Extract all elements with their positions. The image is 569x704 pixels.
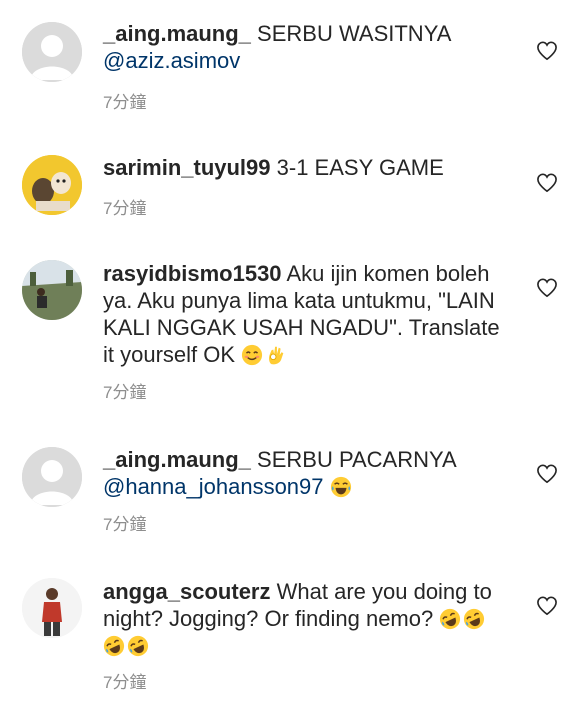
heart-icon[interactable] (536, 173, 558, 193)
avatar[interactable] (22, 260, 82, 320)
avatar[interactable] (22, 578, 82, 638)
smiling-face-emoji-icon (242, 344, 263, 366)
comment-body: _aing.maung_ SERBU WASITNYA @aziz.asimov (103, 20, 523, 74)
comment-username[interactable]: _aing.maung_ (103, 447, 251, 472)
comment-username[interactable]: rasyidbismo1530 (103, 261, 282, 286)
comment-time: 7分鐘 (103, 93, 147, 112)
default-avatar-icon (22, 22, 82, 82)
cartoon-avatar-icon (22, 155, 82, 215)
comment-body: _aing.maung_ SERBU PACARNYA @hanna_johan… (103, 446, 523, 500)
mention-link[interactable]: @hanna_johansson97 (103, 474, 324, 499)
comment-text-line: it yourself OK (103, 342, 236, 367)
comment-body: angga_scouterz What are you doing to nig… (103, 578, 523, 659)
heart-icon[interactable] (536, 596, 558, 616)
avatar[interactable] (22, 155, 82, 215)
comment-text: 3-1 EASY GAME (276, 155, 444, 180)
comment-time: 7分鐘 (103, 673, 147, 692)
comment-time: 7分鐘 (103, 199, 147, 218)
comment-body: sarimin_tuyul99 3-1 EASY GAME (103, 154, 523, 181)
comment-time: 7分鐘 (103, 383, 147, 402)
comment-text-line: ya. Aku punya lima kata untukmu, "LAIN (103, 288, 495, 313)
comment-text: SERBU PACARNYA (257, 447, 457, 472)
comment-text-line: KALI NGGAK USAH NGADU". Translate (103, 315, 500, 340)
comment-body: rasyidbismo1530 Aku ijin komen boleh ya.… (103, 260, 513, 368)
comment-text-line: Aku ijin komen boleh (286, 261, 490, 286)
comment-username[interactable]: angga_scouterz (103, 579, 271, 604)
photo-avatar-icon (22, 260, 82, 320)
tears-of-joy-emoji-icon (330, 476, 351, 498)
mention-link[interactable]: @aziz.asimov (103, 48, 240, 73)
comment-time: 7分鐘 (103, 515, 147, 534)
rolling-laughing-emoji-icon (440, 608, 461, 630)
rolling-laughing-emoji-icon (127, 635, 149, 657)
comment-text-line: What are you doing to (276, 579, 492, 604)
comment-username[interactable]: _aing.maung_ (103, 21, 251, 46)
comment-username[interactable]: sarimin_tuyul99 (103, 155, 271, 180)
rolling-laughing-emoji-icon (103, 635, 125, 657)
photo-avatar-icon (22, 578, 82, 638)
default-avatar-icon (22, 447, 82, 507)
avatar[interactable] (22, 22, 82, 82)
heart-icon[interactable] (536, 464, 558, 484)
avatar[interactable] (22, 447, 82, 507)
heart-icon[interactable] (536, 41, 558, 61)
heart-icon[interactable] (536, 278, 558, 298)
rolling-laughing-emoji-icon (464, 608, 485, 630)
comment-text-line: night? Jogging? Or finding nemo? (103, 606, 434, 631)
comment-text: SERBU WASITNYA (257, 21, 452, 46)
ok-hand-emoji-icon (269, 346, 284, 365)
